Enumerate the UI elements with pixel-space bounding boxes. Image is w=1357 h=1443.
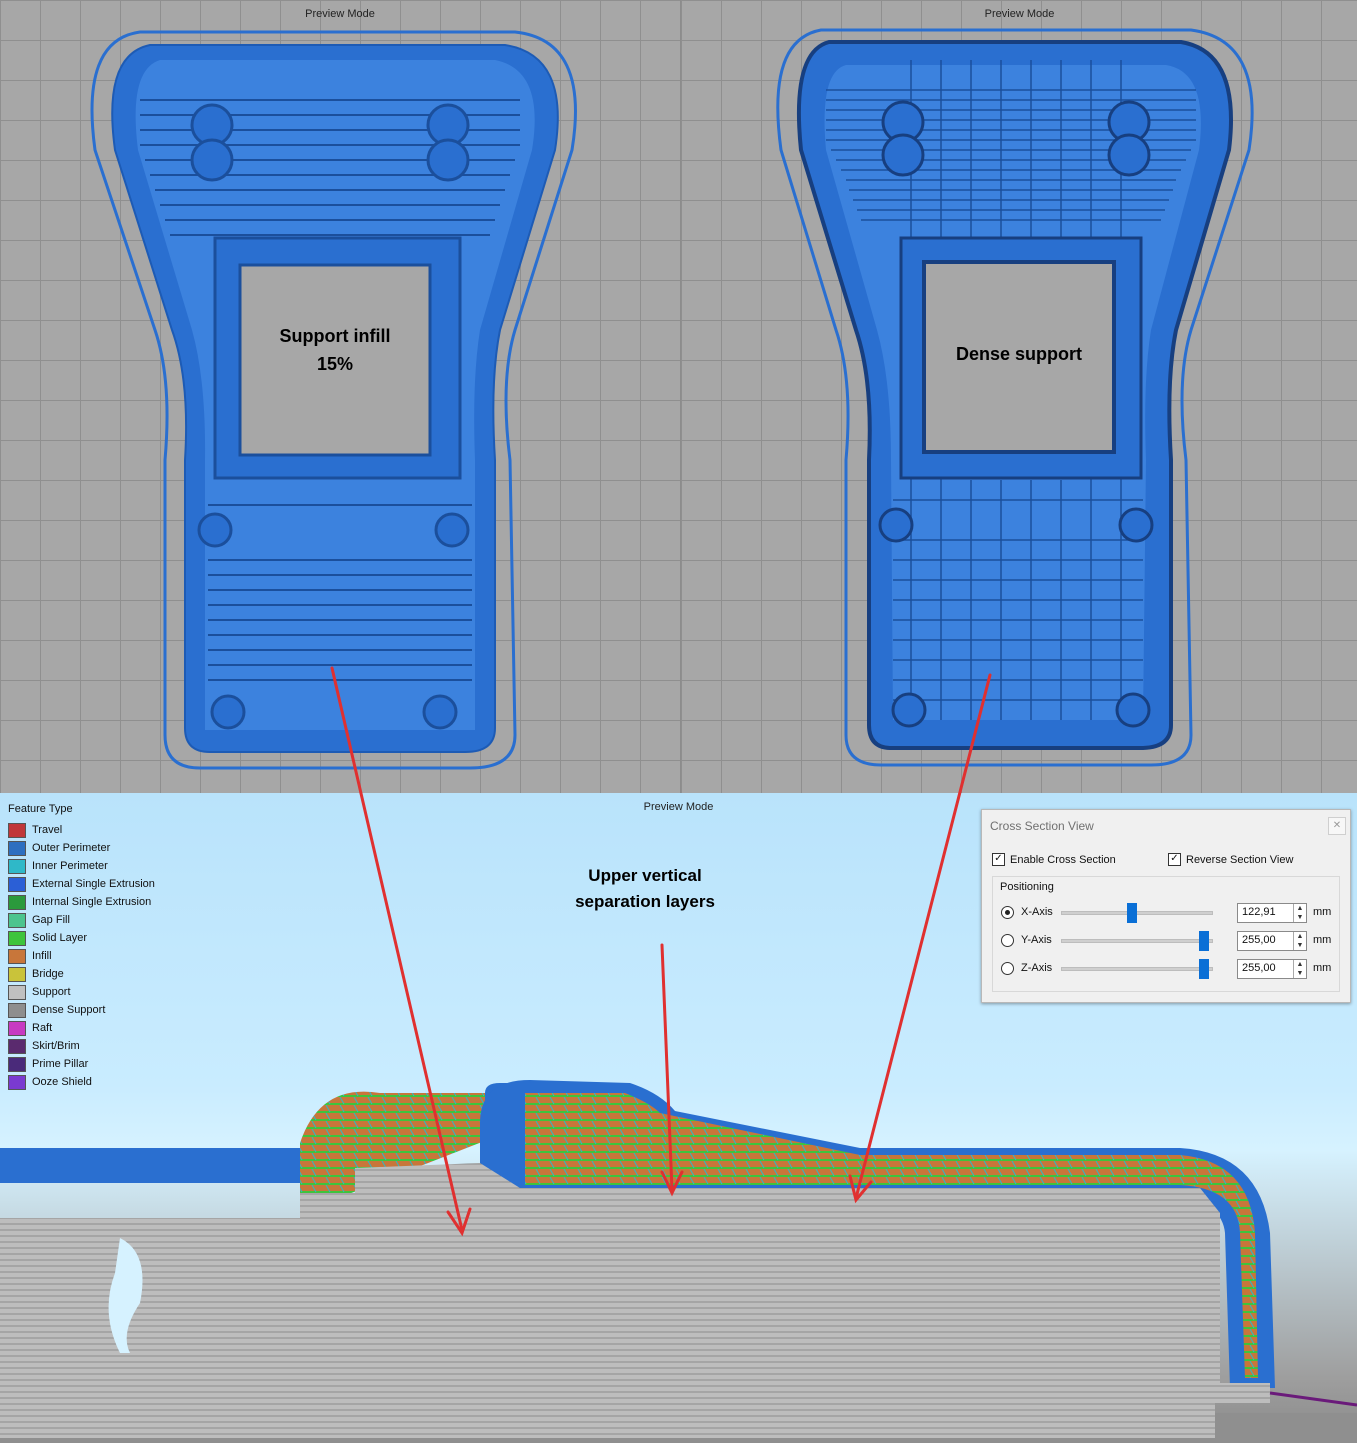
legend-swatch (8, 822, 26, 838)
x-axis-slider-thumb[interactable] (1127, 903, 1137, 923)
legend-swatch (8, 1020, 26, 1036)
close-icon[interactable]: ✕ (1328, 817, 1346, 835)
legend-swatch (8, 1002, 26, 1018)
legend-item-outer-perimeter: Outer Perimeter (8, 839, 155, 857)
legend-title: Feature Type (8, 803, 73, 815)
legend-label: Bridge (32, 968, 64, 980)
legend-label: Prime Pillar (32, 1058, 89, 1070)
legend-label: Ooze Shield (32, 1076, 92, 1088)
z-axis-row: Z-Axis 255,00 ▲ ▼ mm (1001, 959, 1331, 979)
dense-support-annotation: Dense support (955, 344, 1083, 364)
y-axis-value-input[interactable]: 255,00 ▲ ▼ (1237, 931, 1307, 951)
checkbox-check-icon[interactable]: ✓ (992, 853, 1005, 866)
x-axis-slider-track[interactable] (1061, 911, 1213, 915)
y-axis-slider-track[interactable] (1061, 939, 1213, 943)
checkbox-label: Enable Cross Section (1010, 853, 1116, 866)
checkbox-label: Reverse Section View (1186, 853, 1294, 866)
axis-label: X-Axis (1021, 906, 1053, 918)
legend-label: Travel (32, 824, 63, 836)
sliced-part-top-view-support-infill (90, 30, 577, 770)
legend-item-infill: Infill (8, 947, 155, 965)
reverse-section-view-checkbox[interactable]: ✓ Reverse Section View (1168, 853, 1293, 866)
enable-cross-section-checkbox[interactable]: ✓ Enable Cross Section (992, 853, 1116, 866)
y-axis-row: Y-Axis 255,00 ▲ ▼ mm (1001, 931, 1331, 951)
legend-swatch (8, 948, 26, 964)
cross-section-view-panel: Cross Section View ✕ ✓ Enable Cross Sect… (981, 809, 1351, 1003)
y-axis-slider-thumb[interactable] (1199, 931, 1209, 951)
legend-label: Skirt/Brim (32, 1040, 80, 1052)
legend-label: Inner Perimeter (32, 860, 108, 872)
preview-viewport-right[interactable]: Preview Mode Dense support (680, 0, 1357, 793)
spin-value: 255,00 (1242, 962, 1276, 974)
spin-arrows-icon[interactable]: ▲ ▼ (1293, 904, 1306, 922)
legend-item-gap-fill: Gap Fill (8, 911, 155, 929)
legend-label: Solid Layer (32, 932, 88, 944)
z-axis-slider-track[interactable] (1061, 967, 1213, 971)
x-axis-value-input[interactable]: 122,91 ▲ ▼ (1237, 903, 1307, 923)
sliced-part-top-view-dense-support (776, 28, 1254, 767)
unit-label: mm (1313, 934, 1332, 946)
support-infill-annotation: Support infill 15% (279, 326, 391, 374)
y-axis-radio[interactable] (1001, 934, 1014, 947)
legend-label: Support (32, 986, 71, 998)
upper-vertical-separation-annotation: Upper vertical separation layers (575, 866, 715, 911)
legend-label: Internal Single Extrusion (32, 896, 152, 908)
legend-item-support: Support (8, 983, 155, 1001)
legend-label: Raft (32, 1022, 53, 1034)
group-title: Positioning (1000, 881, 1054, 893)
legend-swatch (8, 894, 26, 910)
legend-item-external-single-extrusion: External Single Extrusion (8, 875, 155, 893)
legend-label: Dense Support (32, 1004, 106, 1016)
legend-label: Gap Fill (32, 914, 70, 926)
legend-label: Outer Perimeter (32, 842, 111, 854)
legend-item-dense-support: Dense Support (8, 1001, 155, 1019)
x-axis-row: X-Axis 122,91 ▲ ▼ mm (1001, 903, 1331, 923)
legend-swatch (8, 984, 26, 1000)
legend-item-inner-perimeter: Inner Perimeter (8, 857, 155, 875)
spin-value: 122,91 (1242, 906, 1276, 918)
legend-item-skirt-brim: Skirt/Brim (8, 1037, 155, 1055)
legend-swatch (8, 1038, 26, 1054)
legend-item-travel: Travel (8, 821, 155, 839)
preview-viewport-left[interactable]: Preview Mode Support infill 15% (0, 0, 680, 793)
feature-type-legend: Feature Type Travel Outer Perimeter Inne… (8, 803, 155, 1091)
legend-item-raft: Raft (8, 1019, 155, 1037)
x-axis-radio[interactable] (1001, 906, 1014, 919)
spin-arrows-icon[interactable]: ▲ ▼ (1293, 960, 1306, 978)
panel-title: Cross Section View (990, 819, 1094, 833)
z-axis-radio[interactable] (1001, 962, 1014, 975)
spin-arrows-icon[interactable]: ▲ ▼ (1293, 932, 1306, 950)
unit-label: mm (1313, 962, 1332, 974)
checkbox-check-icon[interactable]: ✓ (1168, 853, 1181, 866)
z-axis-value-input[interactable]: 255,00 ▲ ▼ (1237, 959, 1307, 979)
axis-label: Y-Axis (1021, 934, 1052, 946)
positioning-group: Positioning X-Axis 122,91 ▲ ▼ mm Y-Axis 2… (992, 876, 1340, 992)
legend-swatch (8, 966, 26, 982)
legend-swatch (8, 1056, 26, 1072)
legend-swatch (8, 858, 26, 874)
unit-label: mm (1313, 906, 1332, 918)
legend-item-prime-pillar: Prime Pillar (8, 1055, 155, 1073)
legend-item-internal-single-extrusion: Internal Single Extrusion (8, 893, 155, 911)
legend-item-bridge: Bridge (8, 965, 155, 983)
legend-swatch (8, 840, 26, 856)
z-axis-slider-thumb[interactable] (1199, 959, 1209, 979)
legend-item-solid-layer: Solid Layer (8, 929, 155, 947)
preview-viewport-cross-section[interactable]: Preview Mode Upper vertical separation l… (0, 793, 1357, 1443)
legend-swatch (8, 930, 26, 946)
legend-swatch (8, 876, 26, 892)
legend-swatch (8, 912, 26, 928)
legend-label: External Single Extrusion (32, 878, 155, 890)
legend-swatch (8, 1074, 26, 1090)
axis-label: Z-Axis (1021, 962, 1053, 974)
spin-value: 255,00 (1242, 934, 1276, 946)
legend-label: Infill (32, 950, 52, 962)
legend-item-ooze-shield: Ooze Shield (8, 1073, 155, 1091)
